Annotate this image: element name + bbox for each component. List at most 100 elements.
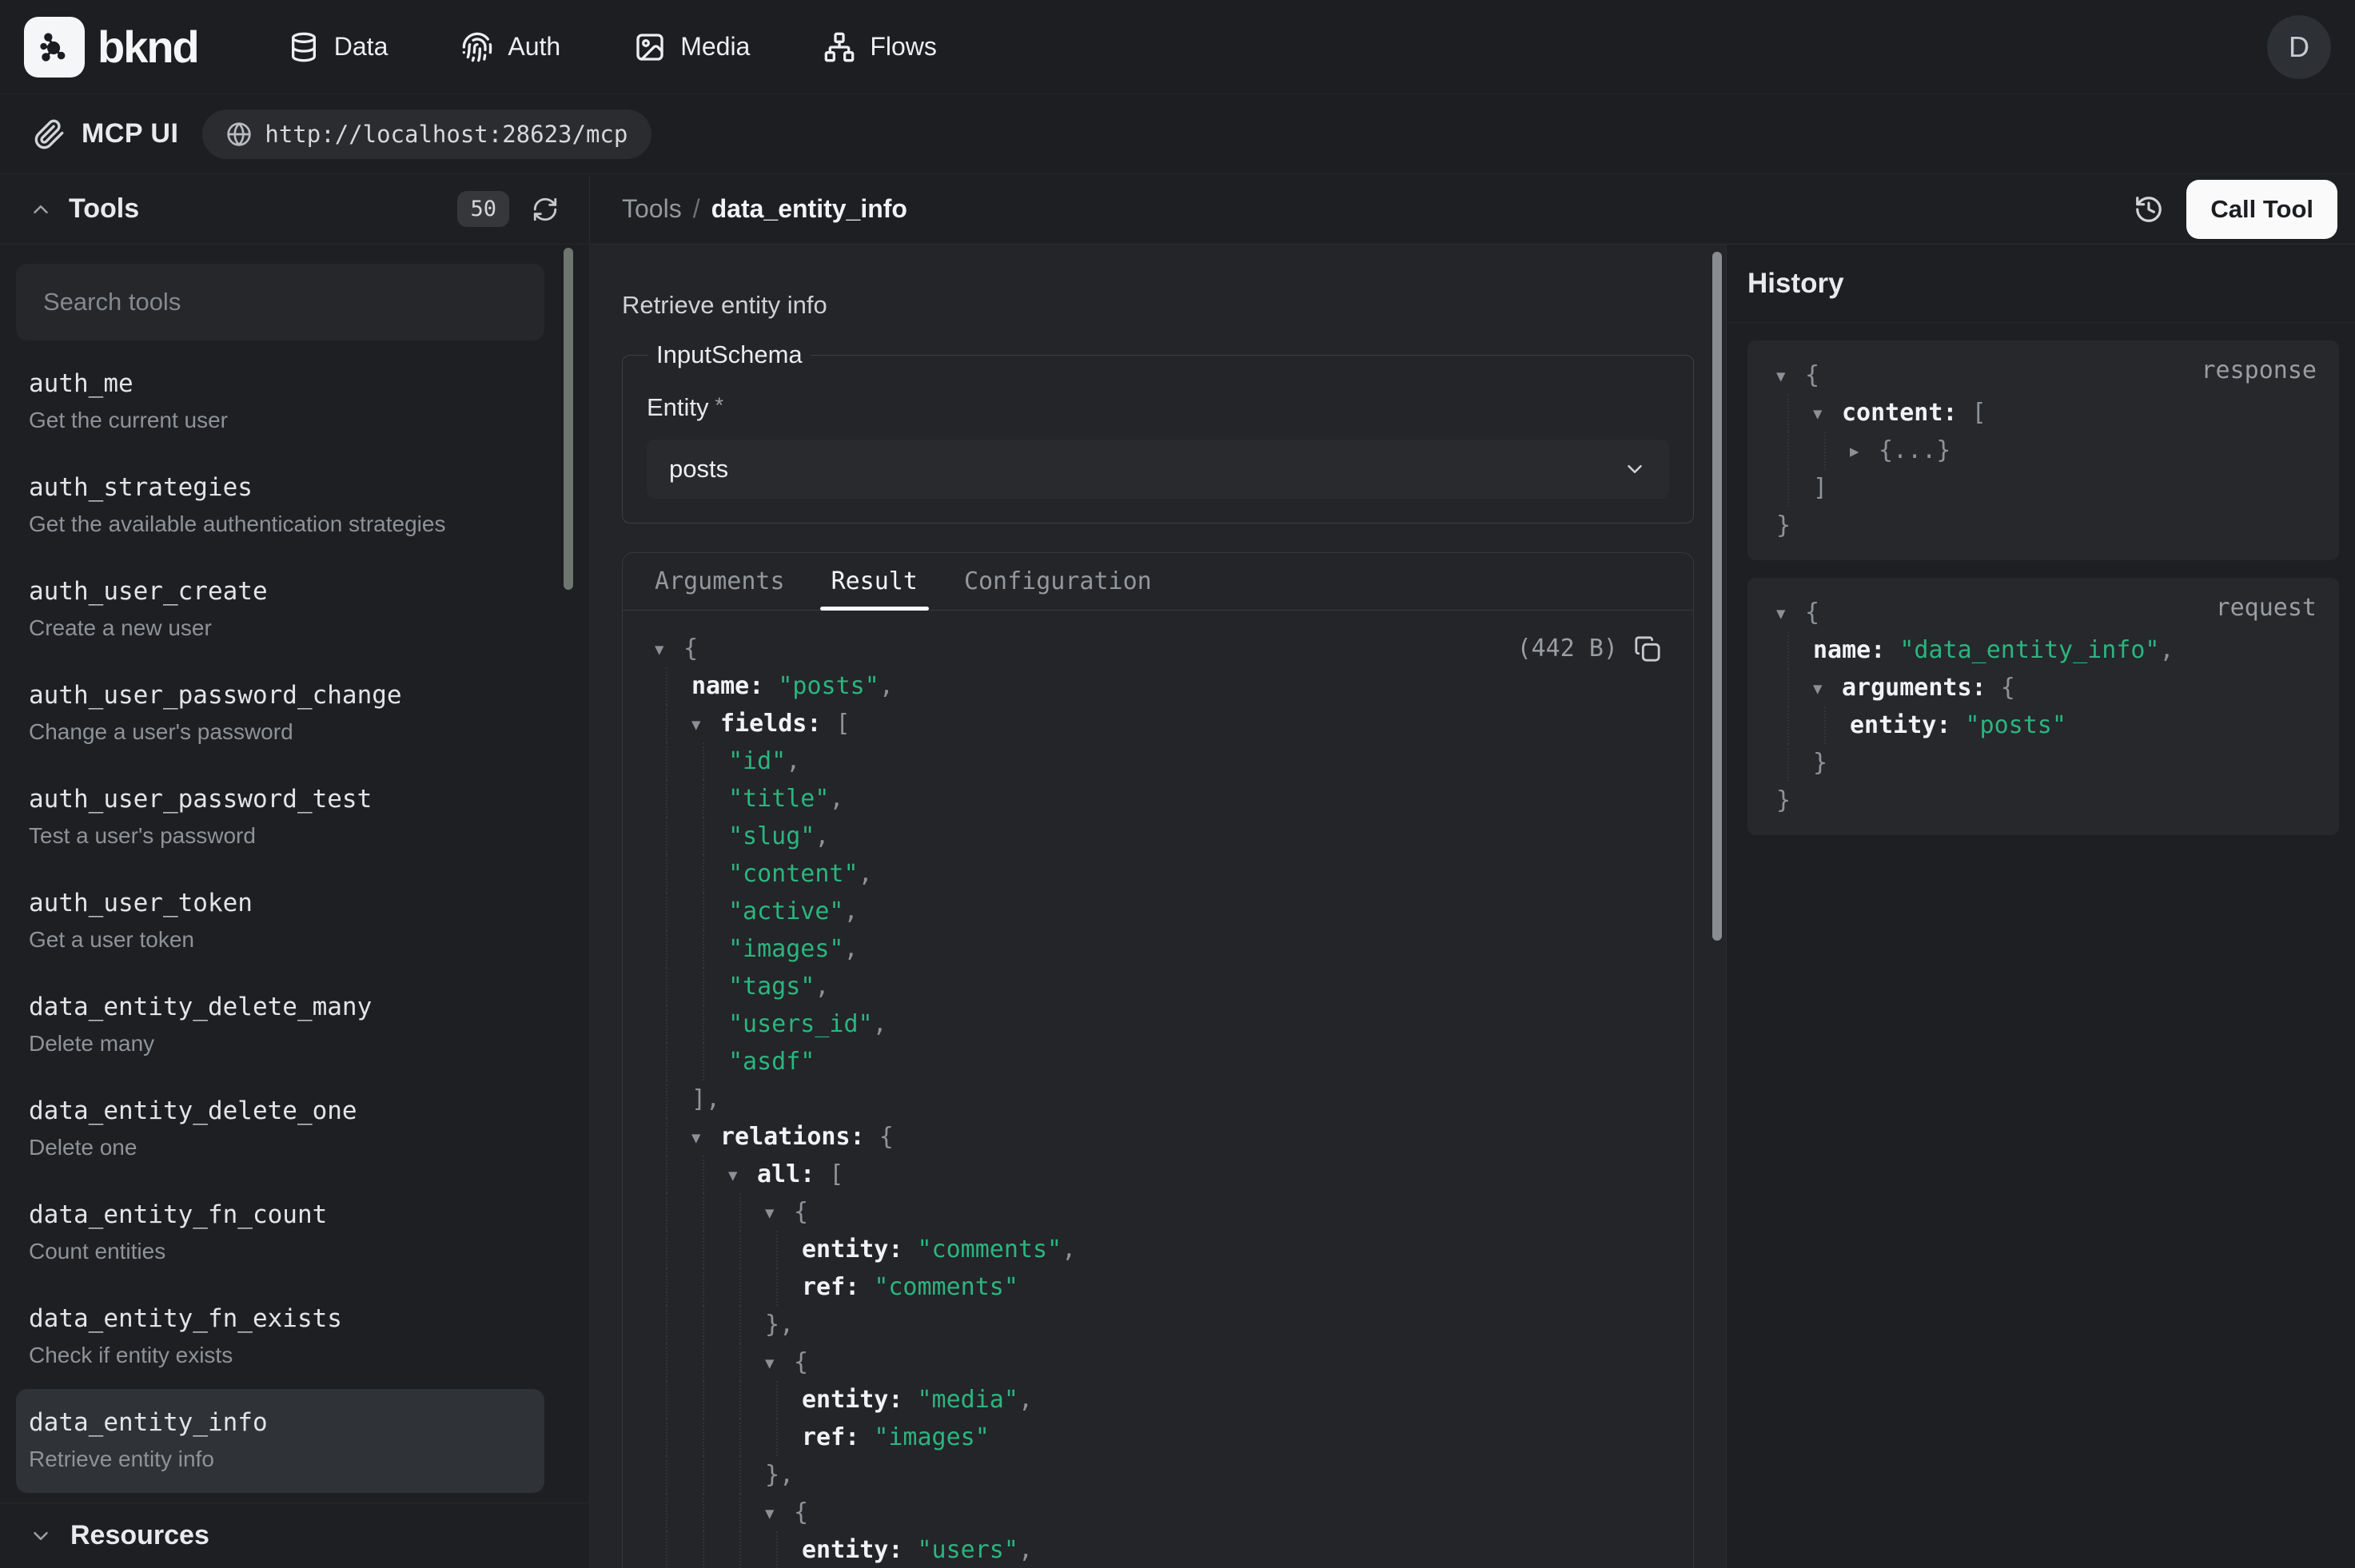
expand-toggle-icon[interactable]: ▼ (655, 631, 683, 669)
json-line: "slug", (623, 818, 1661, 855)
sidebar-item-auth_user_password_test[interactable]: auth_user_password_testTest a user's pas… (16, 766, 544, 870)
top-navbar: bknd Data Auth Media Flows D (0, 0, 2355, 94)
history-title: History (1747, 268, 1844, 300)
logo-wordmark: bknd (98, 21, 198, 73)
sidebar-item-data_entity_delete_one[interactable]: data_entity_delete_oneDelete one (16, 1077, 544, 1181)
indent-guide (703, 1456, 704, 1494)
json-line: ▼relations: { (623, 1118, 1661, 1156)
result-scrollbar-thumb[interactable] (1712, 252, 1722, 941)
result-json-viewer: (442 B) ▼{name: "posts",▼fields: ["id","… (623, 611, 1693, 1568)
chevron-up-icon[interactable] (29, 197, 53, 221)
json-line: } (1770, 782, 2317, 819)
tab-result[interactable]: Result (831, 553, 918, 610)
json-key: entity: (802, 1536, 918, 1564)
entity-select-value: posts (669, 455, 728, 484)
history-entry-request[interactable]: request▼{name: "data_entity_info",▼argum… (1747, 578, 2339, 835)
json-line: } (1770, 744, 2317, 782)
history-icon[interactable] (2134, 194, 2164, 225)
json-string: "title" (728, 785, 829, 813)
chevron-down-icon (29, 1524, 53, 1548)
mcp-url-pill[interactable]: http://localhost:28623/mcp (202, 109, 652, 159)
expand-toggle-icon[interactable]: ▼ (1776, 595, 1805, 633)
history-entries-list: response▼{▼content: [▶{...}]}request▼{na… (1727, 323, 2355, 853)
indent-guide (703, 930, 704, 968)
expand-toggle-icon[interactable]: ▼ (1813, 671, 1842, 708)
json-punctuation: ] (1813, 474, 1827, 502)
json-line: ▼{ (1770, 594, 2317, 631)
indent-guide (739, 1494, 741, 1531)
expand-toggle-icon[interactable]: ▼ (765, 1195, 794, 1232)
sidebar-item-data_entity_fn_exists[interactable]: data_entity_fn_existsCheck if entity exi… (16, 1285, 544, 1389)
indent-guide (1787, 469, 1789, 507)
breadcrumb-parent[interactable]: Tools (622, 194, 682, 224)
sidebar-item-auth_user_create[interactable]: auth_user_createCreate a new user (16, 558, 544, 662)
json-line: entity: "users", (623, 1531, 1661, 1568)
tool-detail-header: Tools / data_entity_info Call Tool (590, 174, 2355, 245)
expand-toggle-icon[interactable]: ▼ (1813, 396, 1842, 433)
json-punctuation: { (2001, 674, 2015, 702)
json-line: ▼{ (623, 1494, 1661, 1531)
json-punctuation: , (1062, 1236, 1076, 1264)
nav-label: Auth (508, 32, 560, 62)
nav-item-data[interactable]: Data (288, 31, 389, 63)
json-string: "images" (874, 1423, 990, 1451)
sidebar-item-auth_user_token[interactable]: auth_user_tokenGet a user token (16, 870, 544, 973)
json-punctuation: [ (829, 1160, 843, 1188)
expand-toggle-icon[interactable]: ▼ (765, 1495, 794, 1533)
tool-name: auth_me (29, 369, 532, 398)
sidebar-item-auth_me[interactable]: auth_meGet the current user (16, 350, 544, 454)
expand-toggle-icon[interactable]: ▼ (1776, 358, 1805, 396)
nav-item-auth[interactable]: Auth (461, 31, 560, 63)
sidebar-scrollbar-thumb[interactable] (564, 248, 573, 590)
entity-select[interactable]: posts (647, 440, 1669, 499)
json-punctuation: { (1805, 361, 1819, 389)
expand-toggle-icon[interactable]: ▼ (765, 1345, 794, 1383)
sidebar-item-data_entity_fn_count[interactable]: data_entity_fn_countCount entities (16, 1181, 544, 1285)
expand-toggle-icon[interactable]: ▼ (691, 706, 720, 744)
json-punctuation: { (683, 635, 698, 663)
call-tool-button[interactable]: Call Tool (2186, 180, 2337, 239)
tool-name: auth_user_password_change (29, 681, 532, 710)
expand-toggle-icon[interactable]: ▶ (1850, 433, 1879, 471)
tool-name: auth_user_token (29, 889, 532, 917)
sidebar-item-data_entity_info[interactable]: data_entity_infoRetrieve entity info (16, 1389, 544, 1493)
search-input[interactable] (16, 264, 544, 340)
indent-guide (666, 930, 667, 968)
globe-icon (226, 121, 252, 147)
indent-guide (703, 1005, 704, 1043)
indent-guide (703, 1231, 704, 1268)
sidebar-item-auth_user_password_change[interactable]: auth_user_password_changeChange a user's… (16, 662, 544, 766)
mcp-url: http://localhost:28623/mcp (265, 121, 628, 148)
indent-guide (666, 1080, 667, 1118)
tool-name: auth_user_password_test (29, 785, 532, 814)
json-line: } (1770, 507, 2317, 544)
refresh-icon[interactable] (532, 196, 559, 223)
bknd-logo[interactable]: bknd (24, 17, 198, 78)
indent-guide (1787, 432, 1789, 469)
indent-guide (739, 1531, 741, 1568)
fingerprint-icon (461, 31, 493, 63)
tab-arguments[interactable]: Arguments (655, 553, 785, 610)
json-string: "data_entity_info" (1899, 636, 2159, 664)
history-entry-response[interactable]: response▼{▼content: [▶{...}]} (1747, 340, 2339, 560)
json-string: "id" (728, 747, 786, 775)
json-string: "slug" (728, 822, 815, 850)
tab-configuration[interactable]: Configuration (964, 553, 1152, 610)
image-icon (634, 31, 666, 63)
json-line: ref: "images" (623, 1419, 1661, 1456)
expand-toggle-icon[interactable]: ▼ (691, 1120, 720, 1157)
indent-guide (666, 1268, 667, 1306)
tools-section-title: Tools (69, 193, 139, 225)
sidebar-item-auth_strategies[interactable]: auth_strategiesGet the available authent… (16, 454, 544, 558)
json-line: ▼{ (1770, 356, 2317, 394)
user-avatar[interactable]: D (2267, 15, 2331, 79)
indent-guide (1787, 706, 1789, 744)
json-key: ref: (802, 1423, 874, 1451)
sidebar-item-data_entity_delete_many[interactable]: data_entity_delete_manyDelete many (16, 973, 544, 1077)
expand-toggle-icon[interactable]: ▼ (728, 1157, 757, 1195)
tool-name: data_entity_fn_exists (29, 1304, 532, 1333)
resources-section-toggle[interactable]: Resources (0, 1502, 589, 1568)
nav-item-flows[interactable]: Flows (823, 31, 937, 63)
json-line: entity: "media", (623, 1381, 1661, 1419)
nav-item-media[interactable]: Media (634, 31, 750, 63)
